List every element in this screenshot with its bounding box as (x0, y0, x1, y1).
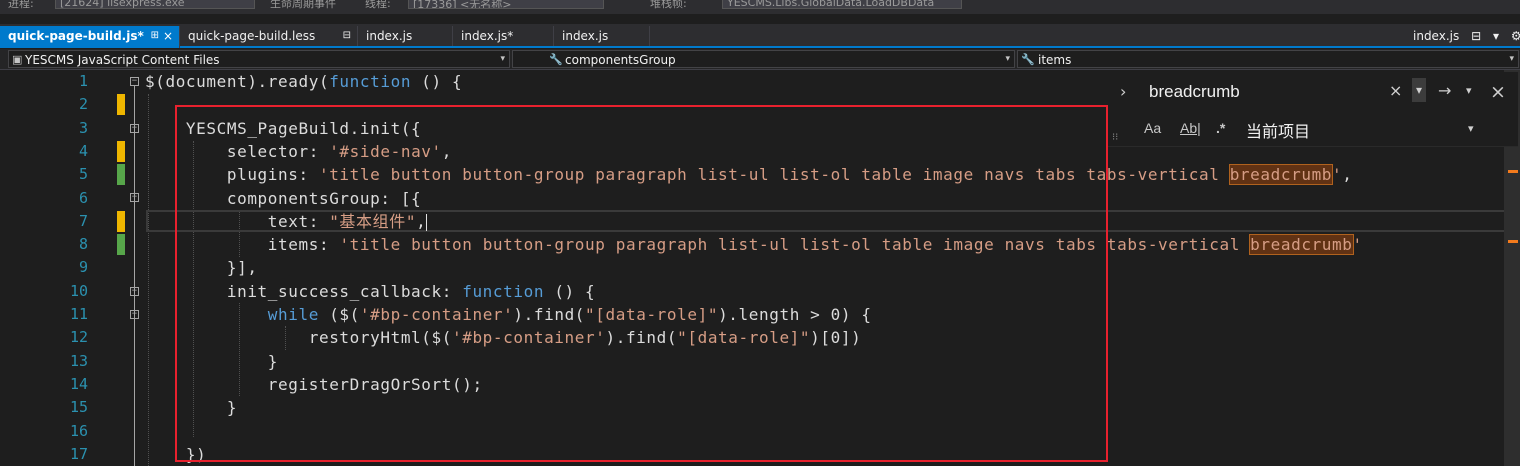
chevron-down-icon: ▾ (500, 54, 505, 64)
tab-quick-page-build-less[interactable]: quick-page-build.less ⊟ (180, 26, 358, 46)
line-number: 8 (78, 235, 88, 254)
line-number: 6 (78, 188, 88, 207)
line-number: 13 (69, 351, 88, 370)
regex-icon[interactable]: .* (1216, 120, 1225, 136)
clear-search-icon[interactable]: × (1389, 81, 1402, 100)
scope-label: componentsGroup (565, 53, 676, 67)
close-icon[interactable]: × (1490, 81, 1506, 103)
wrench-icon: 🔧 (1021, 53, 1035, 66)
tab-index-js-1[interactable]: index.js (358, 26, 453, 46)
lifecycle-events-label[interactable]: 生命周期事件 (270, 0, 336, 11)
collapse-icon[interactable]: − (130, 287, 139, 296)
project-dropdown[interactable]: ▣ YESCMS JavaScript Content Files ▾ (8, 50, 510, 68)
line-number: 1 (78, 72, 88, 90)
find-result-marker (1508, 170, 1518, 173)
line-number: 15 (69, 398, 88, 417)
tab-quick-page-build-js[interactable]: quick-page-build.js* ⊞ × (0, 26, 180, 48)
tab-list-dropdown-icon[interactable]: ▾ (1493, 29, 1499, 43)
member-dropdown[interactable]: 🔧 items ▾ (1017, 50, 1519, 68)
match-whole-word-icon[interactable]: Ab| (1180, 120, 1201, 136)
tab-index-js-right[interactable]: index.js ⊟ ▾ ⚙ (1413, 26, 1520, 46)
change-marker-unsaved (117, 94, 125, 115)
line-number: 4 (78, 141, 88, 160)
member-label: items (1038, 53, 1072, 67)
scope-dropdown[interactable]: 🔧 componentsGroup ▾ (512, 50, 1015, 68)
document-tab-strip: quick-page-build.js* ⊞ × quick-page-buil… (0, 24, 1520, 48)
pin-icon[interactable]: ⊞ (151, 26, 159, 46)
code-token: function (329, 72, 412, 91)
js-file-icon: ▣ (12, 53, 23, 66)
collapse-icon[interactable]: − (130, 124, 139, 133)
collapse-icon[interactable]: − (130, 193, 139, 202)
code-token: () { (411, 72, 463, 91)
line-number: 9 (78, 258, 88, 277)
expand-replace-icon[interactable]: › (1120, 82, 1126, 101)
find-options-dropdown-icon[interactable]: ▾ (1466, 84, 1472, 97)
tab-label: index.js* (461, 29, 514, 43)
annotation-box (175, 105, 1108, 462)
chevron-down-icon: ▾ (1509, 54, 1514, 64)
pin-icon[interactable]: ⊟ (1471, 29, 1481, 43)
line-number: 5 (78, 165, 88, 184)
change-marker-saved (117, 234, 125, 255)
match-case-icon[interactable]: Aa (1144, 120, 1161, 136)
tab-label: quick-page-build.js* (8, 29, 144, 43)
code-token: ' (1352, 235, 1363, 255)
process-dropdown[interactable]: [21624] iisexpress.exe (55, 0, 255, 9)
line-number: 3 (78, 118, 88, 137)
code-token: ' (1332, 165, 1343, 185)
find-widget: › breadcrumb × ▾ → ▾ × Aa Ab| .* 当前项目 ▾ … (1108, 72, 1518, 147)
line-number: 2 (78, 95, 88, 114)
collapse-icon[interactable]: − (130, 77, 139, 86)
thread-label: 线程: (365, 0, 391, 10)
line-number: 12 (69, 328, 88, 347)
tab-index-js-2[interactable]: index.js (554, 26, 650, 46)
search-match-highlight: breadcrumb (1249, 234, 1354, 256)
stack-frame-dropdown[interactable]: YESCMS.Libs.GlobalData.LoadDBData (722, 0, 962, 9)
settings-icon[interactable]: ⚙ (1511, 29, 1520, 43)
process-label: 进程: (8, 0, 34, 10)
tab-label: index.js (366, 29, 413, 43)
pin-icon[interactable]: ⊟ (343, 26, 351, 46)
code-token: $(document).ready( (145, 72, 330, 91)
line-number: 14 (69, 374, 88, 393)
outline-line (134, 86, 135, 466)
thread-dropdown[interactable]: [17336] <无名称> (408, 0, 604, 9)
chevron-down-icon[interactable]: ▾ (1468, 122, 1474, 135)
find-input[interactable]: breadcrumb (1149, 82, 1240, 102)
line-number: 17 (69, 444, 88, 463)
search-match-highlight: breadcrumb (1228, 164, 1334, 186)
code-token: , (1342, 165, 1353, 185)
wrench-icon: 🔧 (549, 53, 563, 66)
close-icon[interactable]: × (163, 26, 173, 46)
line-number: 10 (69, 281, 88, 300)
line-number: 7 (78, 211, 88, 230)
tab-label: index.js (562, 29, 609, 43)
line-number: 16 (69, 421, 88, 440)
debug-toolbar: 进程: [21624] iisexpress.exe 生命周期事件 线程: [1… (0, 0, 1520, 14)
tab-index-js-modified[interactable]: index.js* (453, 26, 554, 46)
stack-frame-label: 堆栈帧: (650, 0, 687, 10)
code-line[interactable]: $(document).ready(function () { (145, 70, 462, 93)
search-scope-dropdown[interactable]: 当前项目 (1246, 118, 1310, 142)
resize-grip-icon[interactable]: ⁝⁝ (1112, 132, 1118, 143)
chevron-down-icon: ▾ (1005, 54, 1010, 64)
change-marker-saved (117, 164, 125, 185)
change-marker-unsaved (117, 211, 125, 232)
search-history-dropdown-icon[interactable]: ▾ (1412, 78, 1427, 102)
tab-label: index.js (1413, 29, 1460, 43)
find-next-icon[interactable]: → (1438, 81, 1451, 100)
tab-label: quick-page-build.less (188, 29, 316, 43)
line-number: 11 (69, 305, 88, 323)
find-result-marker (1508, 240, 1518, 243)
collapse-icon[interactable]: − (130, 310, 139, 319)
project-label: YESCMS JavaScript Content Files (25, 53, 220, 67)
navigation-bar: ▣ YESCMS JavaScript Content Files ▾ 🔧 co… (0, 49, 1520, 70)
change-marker-unsaved (117, 141, 125, 162)
